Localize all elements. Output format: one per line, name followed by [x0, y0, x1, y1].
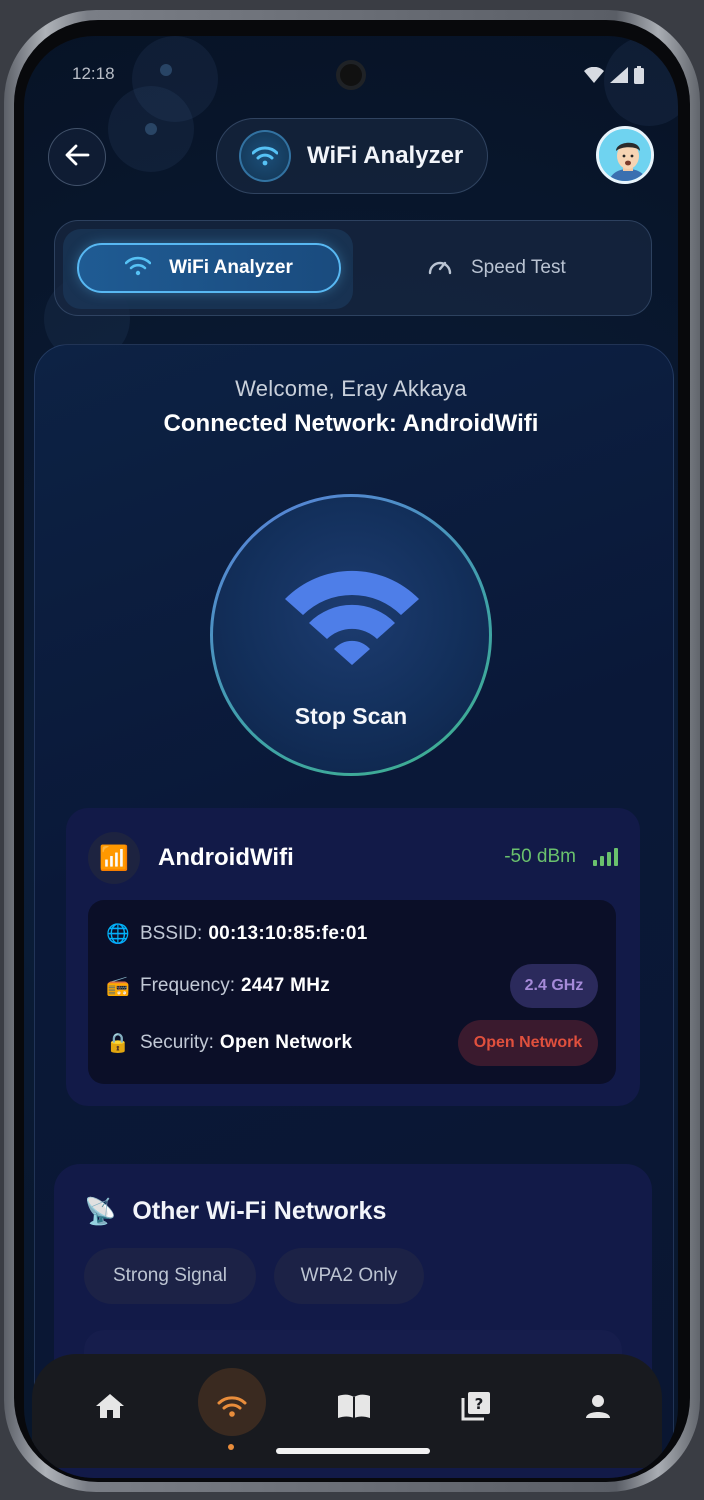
nav-wifi[interactable]: [202, 1378, 262, 1438]
quiz-icon: ?: [461, 1391, 491, 1426]
lock-icon: 🔒: [106, 1033, 130, 1054]
background-bubble: [132, 36, 218, 122]
tab-bar: WiFi Analyzer Speed Test: [54, 220, 652, 316]
bssid-row: 🌐 BSSID: 00:13:10:85:fe:01: [106, 922, 368, 946]
nav-library[interactable]: [324, 1378, 384, 1438]
system-icons: [584, 66, 644, 89]
other-networks-title: Other Wi-Fi Networks: [132, 1197, 387, 1225]
speedometer-icon: [427, 255, 453, 282]
filter-chip-strong-signal[interactable]: Strong Signal: [84, 1248, 256, 1304]
wifi-icon: [239, 130, 291, 182]
title-pill: WiFi Analyzer: [216, 118, 488, 194]
tab-wifi-analyzer[interactable]: WiFi Analyzer: [77, 243, 341, 293]
battery-icon: [634, 66, 644, 89]
home-icon: [95, 1393, 125, 1424]
filter-chip-wpa2-only[interactable]: WPA2 Only: [274, 1248, 424, 1304]
wifi-icon: [124, 256, 152, 281]
tab-label: Speed Test: [471, 257, 566, 278]
page-title: WiFi Analyzer: [307, 142, 464, 169]
globe-icon: 🌐: [106, 924, 130, 945]
scan-button[interactable]: Stop Scan: [210, 494, 492, 776]
nav-profile[interactable]: [568, 1378, 628, 1438]
frequency-row: 📻 Frequency: 2447 MHz: [106, 974, 330, 998]
avatar[interactable]: [596, 126, 654, 184]
bssid-value: 00:13:10:85:fe:01: [208, 923, 368, 944]
frequency-label: Frequency:: [140, 975, 236, 996]
security-label: Security:: [140, 1032, 214, 1053]
status-time: 12:18: [72, 64, 115, 83]
bottom-navigation: ?: [32, 1354, 662, 1468]
svg-text:?: ?: [475, 1395, 484, 1413]
bssid-label: BSSID:: [140, 923, 203, 944]
scan-button-inner: Stop Scan: [213, 497, 489, 773]
back-button[interactable]: [48, 128, 106, 186]
network-info-panel: 🌐 BSSID: 00:13:10:85:fe:01 📻 Frequency: …: [88, 900, 616, 1084]
home-gesture-bar[interactable]: [276, 1448, 430, 1454]
book-icon: [337, 1393, 371, 1424]
network-name: AndroidWifi: [158, 844, 294, 871]
arrow-left-icon: [64, 144, 90, 171]
app-screen: 12:18 WiFi Analyzer WiFi Analyzer Speed …: [24, 36, 678, 1478]
security-row: 🔒 Security: Open Network: [106, 1031, 352, 1055]
network-detail-card: 📶 AndroidWifi -50 dBm 🌐 BSSID: 00:13:10:…: [66, 808, 640, 1106]
signal-strength: -50 dBm: [504, 846, 576, 867]
connected-network-text: Connected Network: AndroidWifi: [163, 410, 539, 437]
satellite-icon: 📡: [84, 1196, 117, 1226]
tab-label: WiFi Analyzer: [169, 257, 293, 278]
security-badge: Open Network: [458, 1020, 598, 1066]
scan-button-label: Stop Scan: [294, 703, 408, 729]
cell-signal-icon: [610, 67, 628, 88]
wifi-status-icon: [584, 66, 604, 88]
radio-icon: 📻: [106, 976, 130, 997]
frequency-value: 2447 MHz: [241, 975, 331, 996]
nav-quiz[interactable]: ?: [446, 1378, 506, 1438]
other-networks-header: 📡 Other Wi-Fi Networks: [84, 1196, 386, 1227]
nav-active-indicator: [228, 1444, 234, 1450]
wifi-icon: [285, 570, 419, 665]
signal-strength-icon: [593, 848, 618, 866]
nav-home[interactable]: [80, 1378, 140, 1438]
security-value: Open Network: [219, 1032, 353, 1053]
tab-speed-test[interactable]: Speed Test: [427, 243, 566, 293]
front-camera: [336, 60, 366, 90]
signal-bars-icon: 📶: [88, 832, 140, 884]
band-badge: 2.4 GHz: [510, 964, 598, 1008]
welcome-text: Welcome, Eray Akkaya: [235, 376, 467, 401]
person-icon: [585, 1393, 611, 1424]
wifi-icon: [217, 1394, 247, 1423]
